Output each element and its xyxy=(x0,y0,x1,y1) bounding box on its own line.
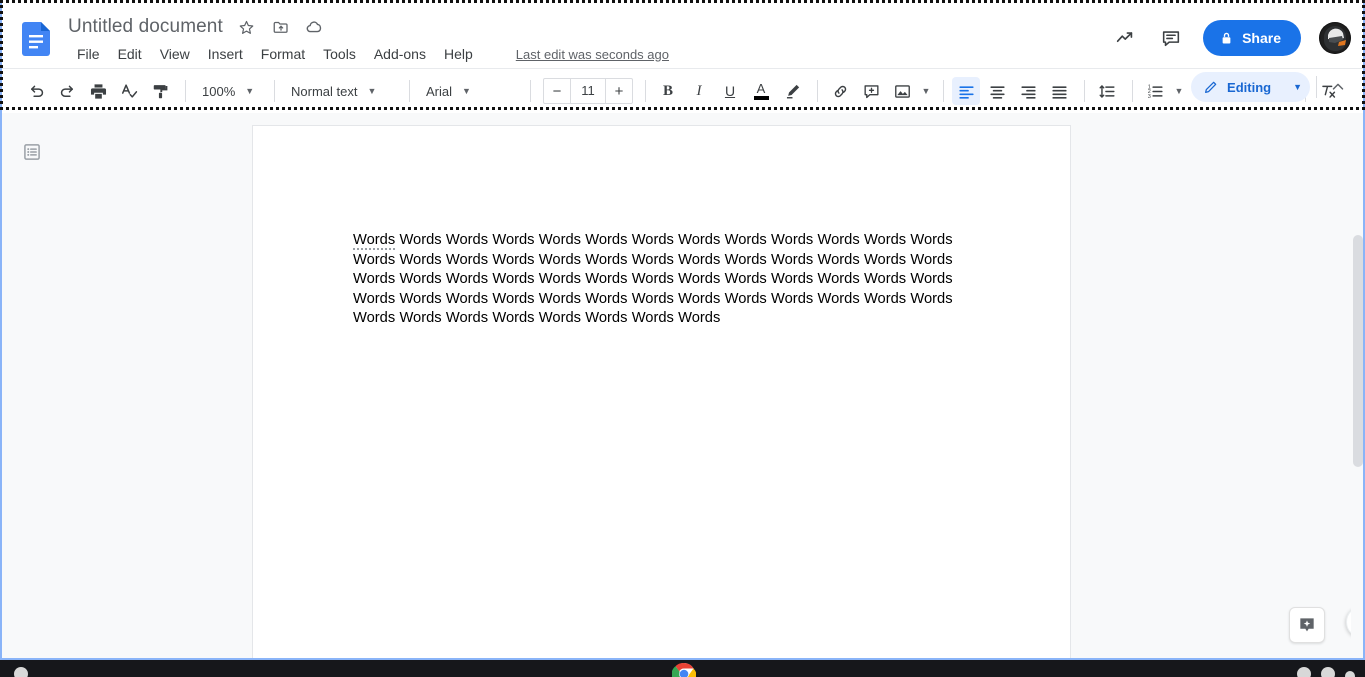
document-page[interactable]: Words Words Words Words Words Words Word… xyxy=(253,126,1070,658)
menu-edit[interactable]: Edit xyxy=(109,44,151,64)
vertical-scrollbar-thumb[interactable] xyxy=(1353,235,1363,467)
vertical-scrollbar-track[interactable] xyxy=(1351,113,1365,658)
star-icon[interactable] xyxy=(237,17,257,37)
comment-history-icon[interactable] xyxy=(1151,18,1191,58)
document-outline-icon[interactable] xyxy=(20,140,44,164)
menu-add-ons[interactable]: Add-ons xyxy=(365,44,435,64)
toolbar-right-group: Editing ▼ xyxy=(1191,72,1353,102)
insert-image-icon[interactable] xyxy=(888,77,916,105)
hide-menus-chevron-up-icon[interactable] xyxy=(1323,72,1353,102)
align-right-icon[interactable] xyxy=(1014,77,1042,105)
menu-view[interactable]: View xyxy=(151,44,199,64)
bold-label: B xyxy=(662,82,673,99)
menu-help[interactable]: Help xyxy=(435,44,482,64)
spellcheck-icon[interactable] xyxy=(115,77,143,105)
underline-label: U xyxy=(724,83,736,99)
toolbar-separator xyxy=(817,80,818,102)
taskbar-tray-group xyxy=(1297,660,1355,677)
paragraph-style-value: Normal text xyxy=(291,83,358,99)
tray-icon[interactable] xyxy=(1297,667,1311,677)
redo-icon[interactable] xyxy=(53,77,81,105)
numbered-list-icon[interactable]: 1 2 3 xyxy=(1141,77,1169,105)
numbered-list-chevron-down-icon[interactable]: ▼ xyxy=(1172,77,1186,105)
document-body-remainder: Words Words Words Words Words Words Word… xyxy=(353,232,953,327)
bold-button[interactable]: B xyxy=(654,77,682,105)
menu-bar: File Edit View Insert Format Tools Add-o… xyxy=(68,44,669,64)
font-size-increase-button[interactable]: + xyxy=(606,79,632,103)
toolbar-separator xyxy=(274,80,275,102)
taskbar-left-group xyxy=(14,660,28,677)
menu-file[interactable]: File xyxy=(68,44,109,64)
activity-dashboard-icon[interactable] xyxy=(1105,18,1145,58)
menu-tools[interactable]: Tools xyxy=(314,44,365,64)
toolbar-separator xyxy=(185,80,186,102)
document-body-text[interactable]: Words Words Words Words Words Words Word… xyxy=(353,231,963,329)
toolbar-separator xyxy=(1084,80,1085,102)
tray-icon[interactable] xyxy=(1345,671,1355,677)
text-color-swatch xyxy=(753,96,769,100)
screen-root: Untitled document File Edit View Insert … xyxy=(0,0,1365,677)
align-center-icon[interactable] xyxy=(983,77,1011,105)
font-value: Arial xyxy=(426,83,453,99)
tray-icon[interactable] xyxy=(1321,667,1335,677)
paragraph-style-selector[interactable]: Normal text ▼ xyxy=(283,77,401,105)
explore-sparkle-icon[interactable] xyxy=(1289,607,1325,643)
text-color-button[interactable]: A xyxy=(747,77,775,105)
insert-image-chevron-down-icon[interactable]: ▼ xyxy=(919,77,933,105)
chevron-down-icon: ▼ xyxy=(245,86,255,96)
toolbar-separator xyxy=(530,80,531,102)
docs-file-icon[interactable] xyxy=(22,22,50,56)
pencil-icon xyxy=(1203,79,1219,95)
line-spacing-icon[interactable] xyxy=(1093,77,1121,105)
font-size-input[interactable]: 11 xyxy=(570,79,606,103)
taskbar-app-icon[interactable] xyxy=(14,667,28,677)
italic-label: I xyxy=(696,82,702,99)
undo-icon[interactable] xyxy=(22,77,50,105)
page-title[interactable]: Untitled document xyxy=(68,16,223,38)
menu-format[interactable]: Format xyxy=(252,44,314,64)
document-canvas[interactable]: Words Words Words Words Words Words Word… xyxy=(2,113,1363,658)
add-comment-icon[interactable] xyxy=(857,77,885,105)
toolbar-separator xyxy=(943,80,944,102)
chrome-icon[interactable] xyxy=(671,662,697,677)
font-size-stepper: − 11 + xyxy=(543,78,633,104)
menu-insert[interactable]: Insert xyxy=(199,44,252,64)
align-left-icon[interactable] xyxy=(952,77,980,105)
toolbar-separator xyxy=(409,80,410,102)
text-color-label: A xyxy=(756,81,766,96)
align-justify-icon[interactable] xyxy=(1045,77,1073,105)
underline-button[interactable]: U xyxy=(716,77,744,105)
chevron-down-icon: ▼ xyxy=(1293,82,1302,92)
toolbar-separator xyxy=(1316,76,1317,98)
cloud-saved-icon[interactable] xyxy=(305,17,325,37)
highlight-pen-icon[interactable] xyxy=(778,77,806,105)
share-label: Share xyxy=(1242,30,1281,46)
link-icon[interactable] xyxy=(826,77,854,105)
spellcheck-word[interactable]: Words xyxy=(353,232,396,250)
svg-text:3: 3 xyxy=(1147,93,1150,99)
last-edit-status[interactable]: Last edit was seconds ago xyxy=(516,47,669,62)
toolbar-separator xyxy=(1132,80,1133,102)
paint-format-icon[interactable] xyxy=(146,77,174,105)
lock-icon xyxy=(1219,31,1234,46)
zoom-selector[interactable]: 100% ▼ xyxy=(194,77,266,105)
avatar[interactable] xyxy=(1319,22,1351,54)
header-actions: Share xyxy=(1105,18,1351,58)
os-taskbar xyxy=(0,660,1365,677)
chevron-down-icon: ▼ xyxy=(367,86,377,96)
move-to-folder-icon[interactable] xyxy=(271,17,291,37)
font-selector[interactable]: Arial ▼ xyxy=(418,77,522,105)
docs-header: Untitled document File Edit View Insert … xyxy=(0,0,1365,68)
document-title-row: Untitled document xyxy=(68,16,325,38)
chevron-down-icon: ▼ xyxy=(462,86,471,96)
print-icon[interactable] xyxy=(84,77,112,105)
formatting-toolbar: 100% ▼ Normal text ▼ Arial ▼ − 11 + B I … xyxy=(0,68,1365,113)
toolbar-separator xyxy=(645,80,646,102)
font-size-decrease-button[interactable]: − xyxy=(544,79,570,103)
share-button[interactable]: Share xyxy=(1203,20,1301,56)
italic-button[interactable]: I xyxy=(685,77,713,105)
editing-mode-selector[interactable]: Editing ▼ xyxy=(1191,72,1310,102)
editing-mode-label: Editing xyxy=(1227,79,1272,95)
zoom-value: 100% xyxy=(202,83,236,99)
